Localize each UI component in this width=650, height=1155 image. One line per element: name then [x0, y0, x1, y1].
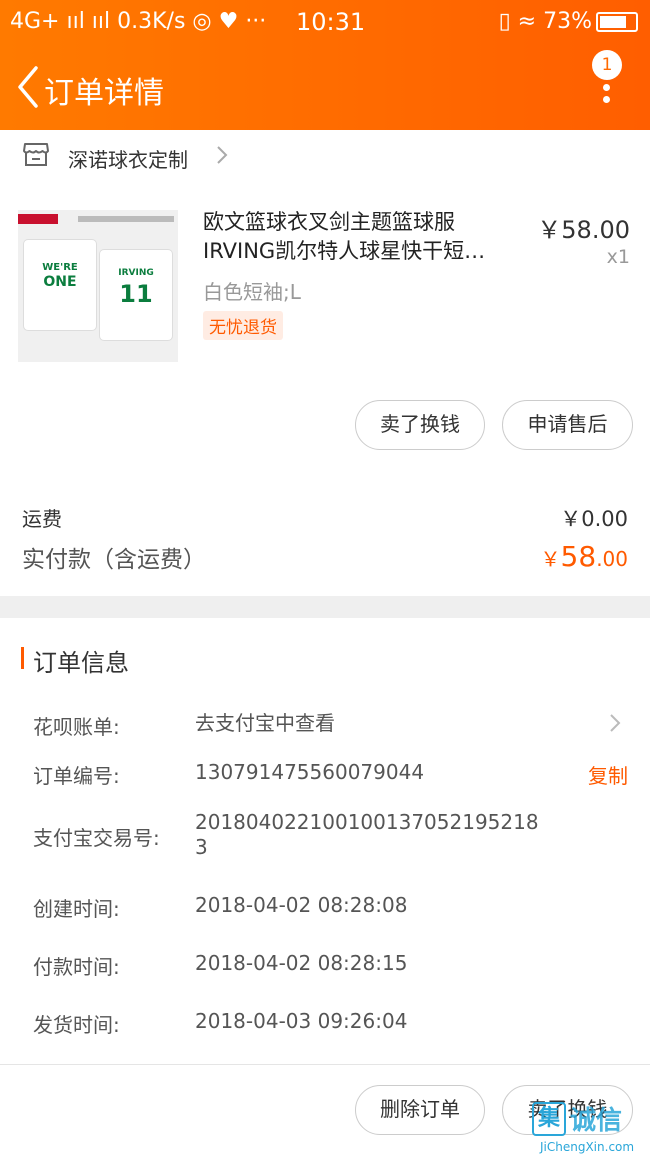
- delete-order-button[interactable]: 删除订单: [355, 1085, 485, 1135]
- shipped-time-value: 2018-04-03 09:26:04: [195, 1009, 408, 1033]
- chevron-right-icon[interactable]: [608, 712, 622, 734]
- shop-icon: [23, 143, 49, 166]
- shop-name: 深诺球衣定制: [68, 148, 188, 172]
- order-item[interactable]: WE'RE ONE IRVING 11 欧文篮球衣叉剑主题篮球服IRVING凯尔…: [0, 190, 650, 390]
- shipped-time-label: 发货时间:: [33, 1013, 120, 1037]
- shirt-back-number: 11: [119, 280, 153, 308]
- shirt-front: WE'RE ONE: [24, 240, 96, 330]
- created-time-value: 2018-04-02 08:28:08: [195, 893, 408, 917]
- watermark-text: 诚信: [570, 1106, 623, 1136]
- shop-row[interactable]: 深诺球衣定制: [0, 130, 650, 186]
- nav-bar: 订单详情 1: [0, 50, 650, 120]
- sell-button[interactable]: 卖了换钱: [355, 400, 485, 450]
- more-dot-icon: [603, 96, 610, 103]
- paid-time-value: 2018-04-02 08:28:15: [195, 951, 408, 975]
- paid-label: 实付款（含运费）: [22, 547, 206, 573]
- item-title[interactable]: 欧文篮球衣叉剑主题篮球服IRVING凯尔特人球星快干短…: [203, 208, 523, 266]
- watermark: 集 诚信 JiChengXin.com: [532, 1100, 650, 1155]
- huabei-link[interactable]: 去支付宝中查看: [195, 711, 335, 736]
- watermark-url: JiChengXin.com: [540, 1140, 635, 1154]
- created-time-label: 创建时间:: [33, 897, 120, 921]
- paid-time-label: 付款时间:: [33, 955, 120, 979]
- paid-decimal: .00: [596, 547, 628, 571]
- item-price: ￥58.00: [537, 216, 630, 244]
- status-left: 4G+ ııl ııl 0.3K/s ◎ ♥ ···: [10, 9, 267, 34]
- status-bar: 4G+ ııl ııl 0.3K/s ◎ ♥ ··· 10:31 ▯ ≈ 73%: [0, 0, 650, 44]
- more-menu-button[interactable]: 1: [592, 50, 624, 104]
- item-quantity: x1: [606, 246, 630, 268]
- copy-button[interactable]: 复制: [588, 760, 628, 789]
- battery-icon: [596, 12, 638, 32]
- page-title: 订单详情: [44, 76, 164, 111]
- status-right: ▯ ≈ 73%: [499, 9, 638, 34]
- shirt-front-line1: WE'RE: [42, 262, 78, 273]
- alipay-trade-label: 支付宝交易号:: [33, 826, 160, 850]
- top-bar: 4G+ ııl ııl 0.3K/s ◎ ♥ ··· 10:31 ▯ ≈ 73%…: [0, 0, 650, 130]
- after-sales-button[interactable]: 申请售后: [502, 400, 633, 450]
- thumb-tag: [18, 214, 58, 224]
- order-number-value: 130791475560079044: [195, 760, 425, 784]
- status-right-text: ▯ ≈ 73%: [498, 9, 592, 34]
- paid-amount: ￥58.00: [541, 540, 628, 573]
- status-time: 10:31: [296, 8, 366, 36]
- watermark-logo: 集: [532, 1102, 566, 1136]
- shirt-back-name: IRVING: [118, 268, 154, 278]
- footer-divider: [0, 1064, 650, 1065]
- shipping-value: ￥0.00: [560, 507, 628, 531]
- back-arrow-icon[interactable]: [12, 62, 46, 112]
- chevron-right-icon: [217, 146, 228, 164]
- shirt-front-line2: ONE: [43, 274, 77, 290]
- order-info-title: 订单信息: [33, 649, 129, 677]
- alipay-trade-value: 201804022100100137052195218 3: [195, 810, 539, 859]
- more-dot-icon: [603, 84, 610, 91]
- shirt-back: IRVING 11: [100, 250, 172, 340]
- paid-integer: 58: [560, 540, 597, 573]
- huabei-label: 花呗账单:: [33, 715, 120, 739]
- shipping-label: 运费: [22, 507, 62, 531]
- thumb-header: [78, 216, 174, 222]
- item-sku: 白色短袖;L: [203, 280, 301, 304]
- paid-currency: ￥: [540, 547, 561, 571]
- section-divider: [0, 596, 650, 618]
- section-accent-bar: [21, 647, 24, 669]
- notification-badge: 1: [592, 50, 622, 80]
- return-badge: 无忧退货: [203, 311, 283, 340]
- order-number-label: 订单编号:: [33, 764, 120, 788]
- product-thumbnail[interactable]: WE'RE ONE IRVING 11: [18, 210, 178, 362]
